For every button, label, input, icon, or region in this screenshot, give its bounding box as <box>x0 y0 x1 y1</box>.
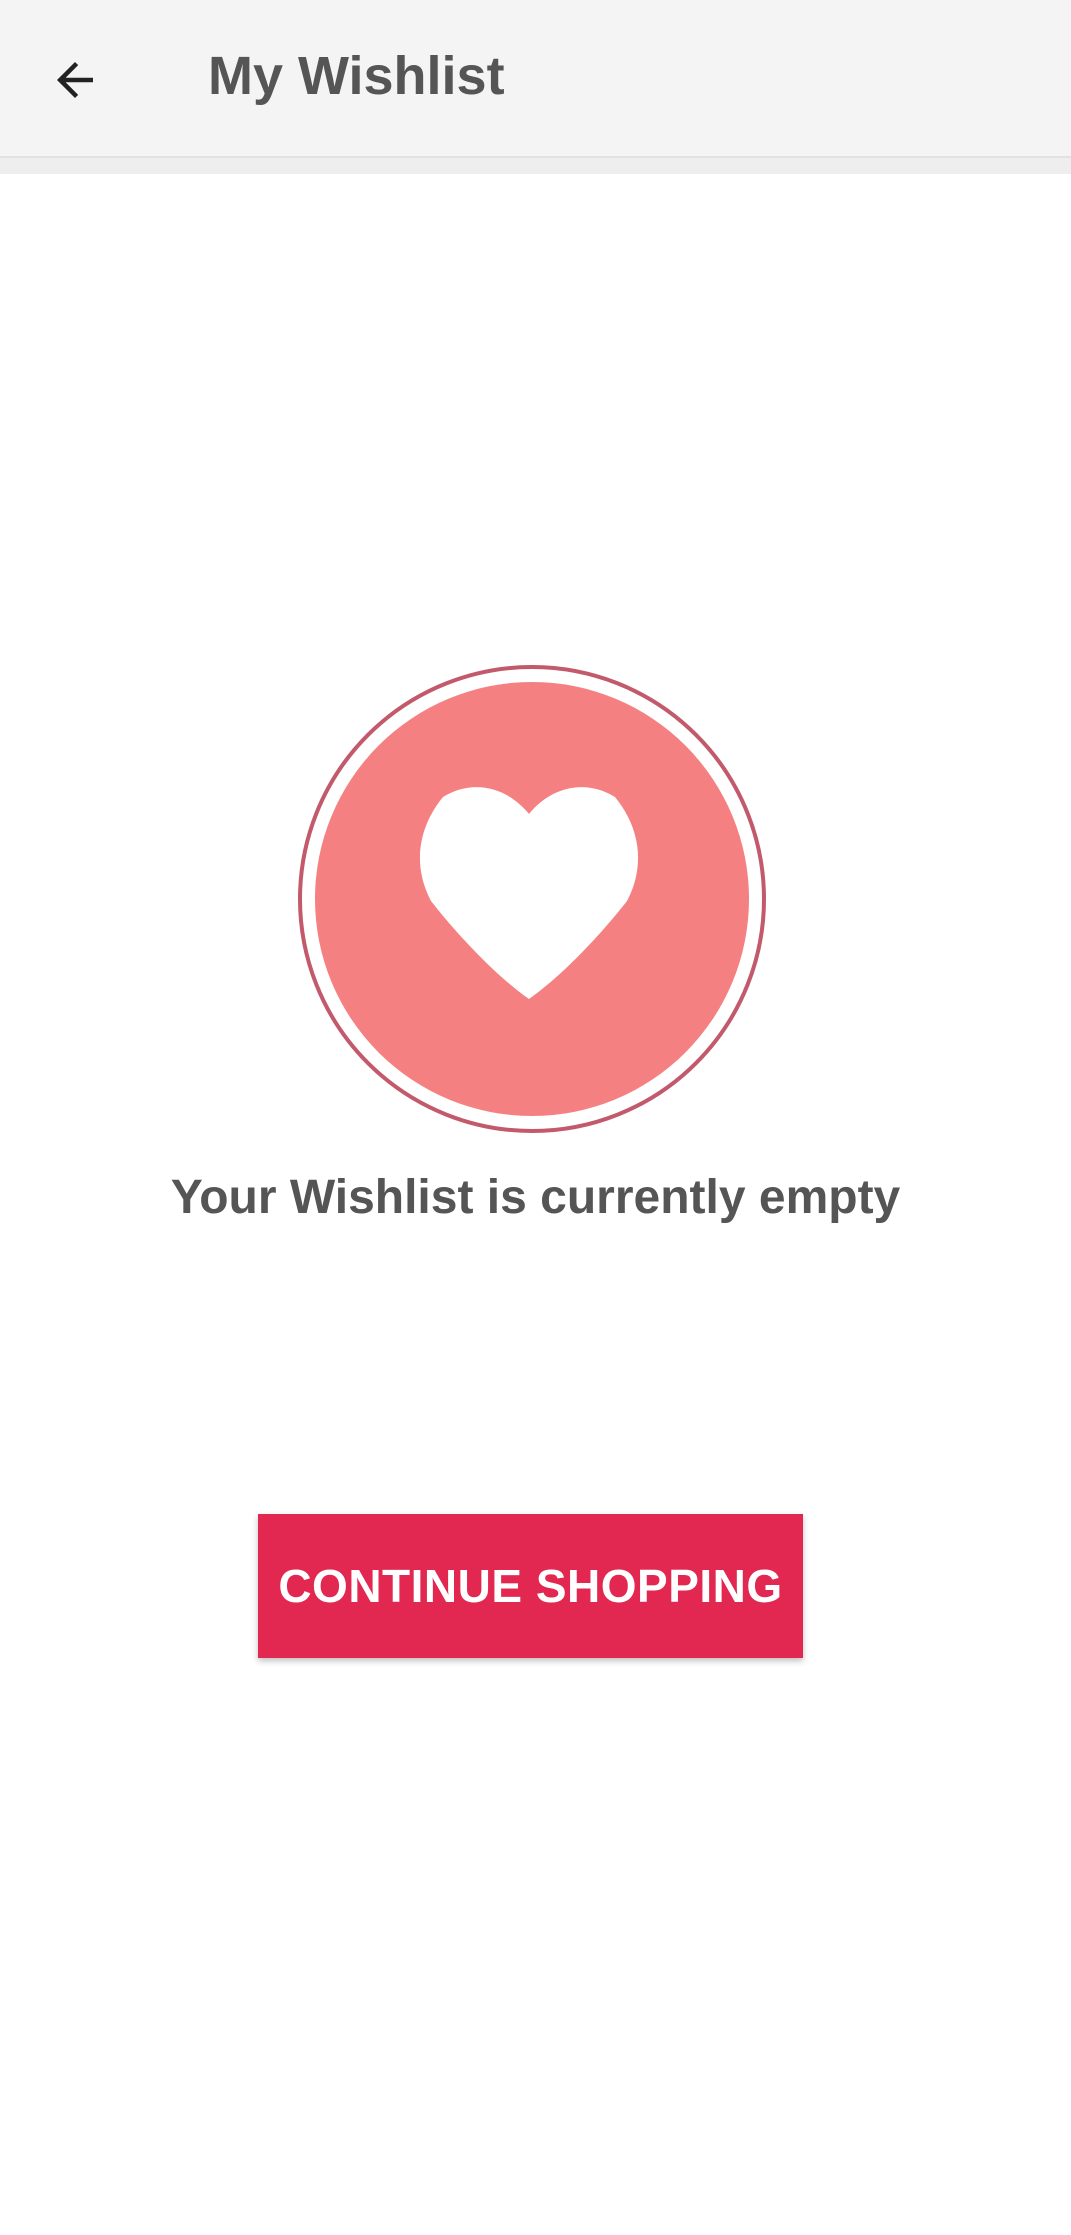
back-button[interactable] <box>30 35 120 125</box>
continue-shopping-button[interactable]: CONTINUE SHOPPING <box>258 1514 803 1658</box>
app-bar: My Wishlist <box>0 0 1071 158</box>
wishlist-screen: My Wishlist Your Wishlist is currently e… <box>0 0 1071 2235</box>
empty-wishlist-illustration <box>296 663 768 1135</box>
app-bar-divider <box>0 158 1071 174</box>
page-title: My Wishlist <box>208 46 505 106</box>
arrow-left-icon <box>57 62 93 98</box>
empty-message: Your Wishlist is currently empty <box>170 1171 901 1224</box>
